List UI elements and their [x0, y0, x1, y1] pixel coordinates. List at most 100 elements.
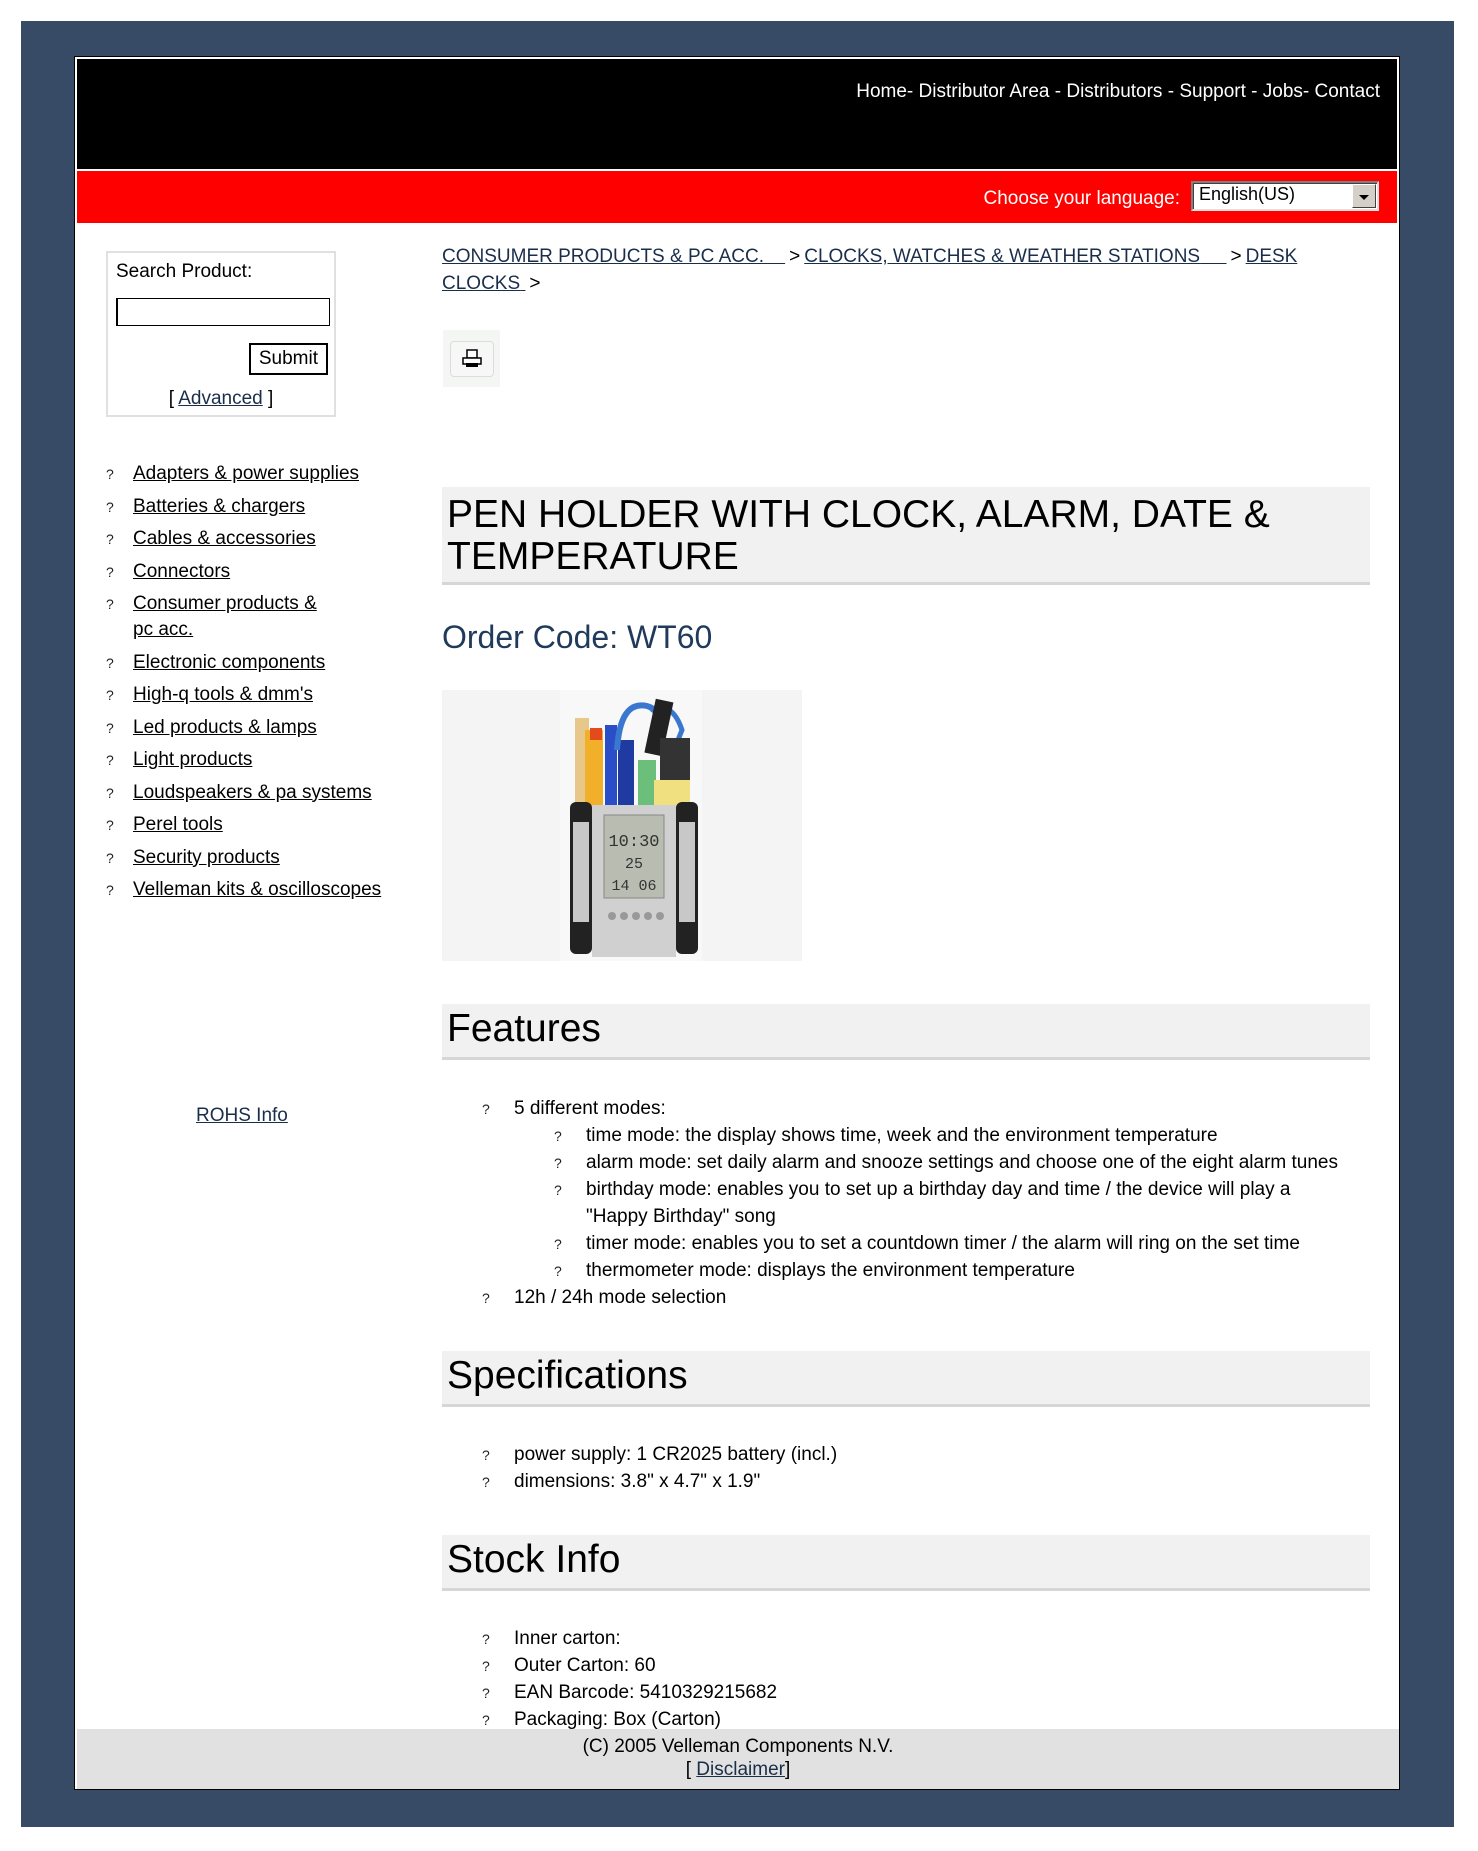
features-header: Features — [442, 1004, 1370, 1060]
feature-subitem: ? time mode: the display shows time, week… — [554, 1122, 1370, 1149]
category-item: ? Light products — [106, 747, 406, 773]
specifications-heading: Specifications — [447, 1354, 688, 1397]
bullet-icon: ? — [106, 596, 114, 612]
category-link-high-q-tools[interactable]: High-q tools & dmm's — [133, 684, 313, 705]
category-link-cables[interactable]: Cables & accessories — [133, 528, 316, 549]
bullet-icon: ? — [482, 1447, 490, 1463]
nav-distributors[interactable]: Distributors — [1066, 81, 1162, 102]
specifications-list: ? power supply: 1 CR2025 battery (incl.) … — [482, 1441, 837, 1495]
category-link-led-products[interactable]: Led products & lamps — [133, 717, 317, 738]
stock-info-heading: Stock Info — [447, 1538, 621, 1581]
features-list: ? 5 different modes: ? time mode: the dis… — [482, 1095, 1370, 1311]
language-selected-value: English(US) — [1199, 184, 1296, 204]
category-link-connectors[interactable]: Connectors — [133, 561, 230, 582]
feature-text: 5 different modes: — [514, 1098, 666, 1119]
feature-subitem: ? alarm mode: set daily alarm and snooze … — [554, 1149, 1370, 1176]
chevron-down-icon[interactable] — [1352, 184, 1376, 208]
category-link-consumer-products[interactable]: Consumer products & pc acc. — [133, 593, 317, 640]
bullet-icon: ? — [482, 1658, 490, 1674]
category-link-velleman-kits[interactable]: Velleman kits & oscilloscopes — [133, 879, 381, 900]
category-item: ? Security products — [106, 845, 406, 871]
bracket-close: ] — [268, 388, 274, 409]
category-link-batteries[interactable]: Batteries & chargers — [133, 496, 305, 517]
printer-icon — [461, 348, 482, 367]
category-item: ? Cables & accessories — [106, 526, 406, 552]
feature-subitem: ? timer mode: enables you to set a countd… — [554, 1230, 1370, 1257]
category-link-electronic-components[interactable]: Electronic components — [133, 652, 325, 673]
stock-text: EAN Barcode: 5410329215682 — [514, 1682, 778, 1703]
spec-item: ? dimensions: 3.8" x 4.7" x 1.9" — [482, 1468, 837, 1495]
feature-subitem-text: alarm mode: set daily alarm and snooze s… — [586, 1152, 1338, 1173]
bullet-icon: ? — [554, 1128, 562, 1144]
search-input[interactable] — [116, 298, 330, 326]
search-submit-button[interactable]: Submit — [248, 343, 328, 375]
feature-sublist: ? time mode: the display shows time, week… — [514, 1122, 1370, 1284]
print-button-face — [449, 340, 494, 377]
language-select[interactable]: English(US) — [1191, 181, 1379, 211]
svg-text:14 06: 14 06 — [611, 878, 656, 895]
nav-separator: - — [1167, 81, 1175, 102]
category-item: ? Loudspeakers & pa systems — [106, 780, 406, 806]
nav-separator: - — [1251, 81, 1258, 102]
product-title-header: PEN HOLDER WITH CLOCK, ALARM, DATE & TEM… — [442, 487, 1370, 585]
print-button[interactable] — [443, 330, 500, 387]
breadcrumb-separator: > — [789, 246, 801, 267]
spec-text: dimensions: 3.8" x 4.7" x 1.9" — [514, 1471, 761, 1492]
site-container: Home- Distributor Area - Distributors - … — [74, 56, 1400, 1790]
feature-subitem-text: timer mode: enables you to set a countdo… — [586, 1233, 1300, 1254]
category-link-security-products[interactable]: Security products — [133, 847, 280, 868]
nav-separator: - — [906, 81, 914, 102]
advanced-search-link[interactable]: Advanced — [178, 388, 263, 409]
category-item: ? Batteries & chargers — [106, 494, 406, 520]
stock-text: Inner carton: — [514, 1628, 621, 1649]
rohs-info-link[interactable]: ROHS Info — [196, 1105, 288, 1126]
advanced-search: [ Advanced ] — [108, 388, 334, 410]
bullet-icon: ? — [106, 719, 114, 736]
specifications-header: Specifications — [442, 1351, 1370, 1407]
bullet-icon: ? — [482, 1474, 490, 1490]
disclaimer-link[interactable]: Disclaimer — [696, 1759, 785, 1780]
category-link-adapters[interactable]: Adapters & power supplies — [133, 463, 359, 484]
language-bar: Choose your language: English(US) — [77, 171, 1397, 223]
feature-subitem-text: birthday mode: enables you to set up a b… — [586, 1179, 1291, 1227]
breadcrumb-separator: > — [529, 273, 541, 294]
nav-home[interactable]: Home — [856, 81, 907, 102]
bullet-icon: ? — [554, 1155, 562, 1171]
nav-distributor-area[interactable]: Distributor Area — [919, 81, 1050, 102]
language-label: Choose your language: — [983, 188, 1180, 209]
category-link-perel-tools[interactable]: Perel tools — [133, 814, 223, 835]
nav-support[interactable]: Support — [1179, 81, 1246, 102]
category-item: ? Velleman kits & oscilloscopes — [106, 877, 406, 903]
bracket-open: [ — [168, 388, 174, 409]
product-image: 10:30 25 14 06 — [442, 690, 802, 961]
spec-text: power supply: 1 CR2025 battery (incl.) — [514, 1444, 838, 1465]
category-item: ? Adapters & power supplies — [106, 461, 406, 487]
bullet-icon: ? — [482, 1290, 490, 1306]
feature-subitem-text: thermometer mode: displays the environme… — [586, 1260, 1075, 1281]
breadcrumb-consumer-products[interactable]: CONSUMER PRODUCTS & PC ACC. — [442, 246, 785, 267]
feature-item: ? 12h / 24h mode selection — [482, 1284, 1370, 1311]
feature-subitem-text: time mode: the display shows time, week … — [586, 1125, 1218, 1146]
top-nav: Home- Distributor Area - Distributors - … — [856, 81, 1380, 103]
site-header: Home- Distributor Area - Distributors - … — [77, 59, 1397, 169]
spec-item: ? power supply: 1 CR2025 battery (incl.) — [482, 1441, 837, 1468]
search-label: Search Product: — [116, 261, 253, 282]
stock-info-header: Stock Info — [442, 1535, 1370, 1591]
nav-contact[interactable]: Contact — [1315, 81, 1380, 102]
order-code-label: Order Code: — [442, 619, 619, 655]
category-item: ? Connectors — [106, 559, 406, 585]
nav-jobs[interactable]: Jobs — [1263, 81, 1303, 102]
breadcrumb-label: CLOCKS, WATCHES & WEATHER STATIONS — [804, 246, 1201, 267]
bracket-open: [ — [685, 1759, 692, 1780]
copyright: (C) 2005 Velleman Components N.V. — [582, 1736, 894, 1757]
category-link-light-products[interactable]: Light products — [133, 749, 252, 770]
bullet-icon: ? — [106, 687, 114, 703]
breadcrumb-label: CONSUMER PRODUCTS & PC ACC. — [442, 246, 764, 267]
breadcrumb-clocks-watches[interactable]: CLOCKS, WATCHES & WEATHER STATIONS — [804, 246, 1226, 267]
bullet-icon: ? — [482, 1101, 490, 1117]
stock-item: ? Inner carton: — [482, 1625, 777, 1652]
category-list: ? Adapters & power supplies ? Batteries & … — [106, 461, 406, 910]
rohs-info: ROHS Info — [196, 1105, 288, 1127]
category-link-loudspeakers[interactable]: Loudspeakers & pa systems — [133, 782, 372, 803]
category-item: ? Perel tools — [106, 812, 406, 838]
